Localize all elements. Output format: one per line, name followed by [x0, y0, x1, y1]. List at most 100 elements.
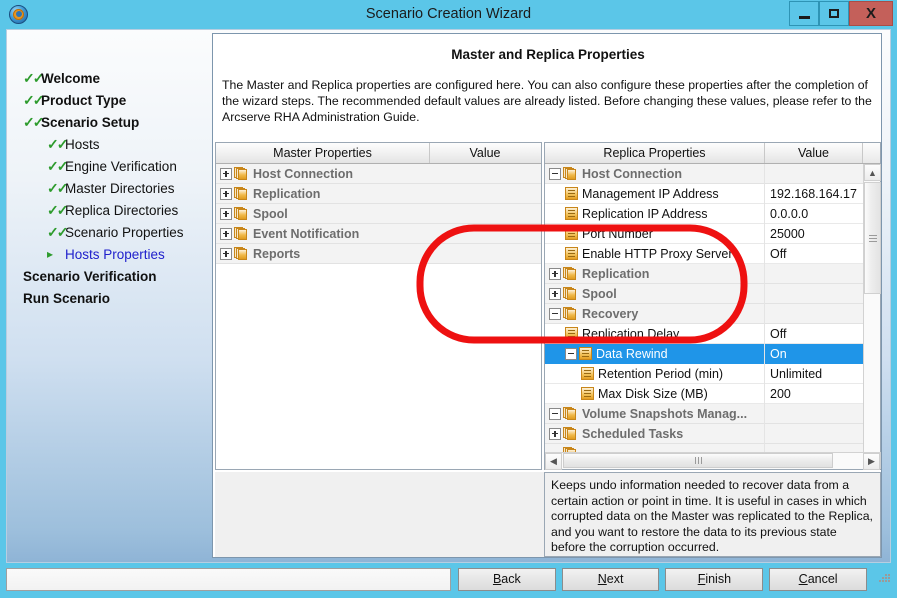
- sidebar-item-replica-directories[interactable]: ✓✓ Replica Directories: [19, 199, 212, 221]
- page-title: Master and Replica Properties: [451, 47, 645, 62]
- close-icon: X: [865, 5, 876, 22]
- cell-value: [765, 264, 863, 284]
- property-group-icon: [234, 206, 249, 221]
- client-area: ✓✓ Welcome ✓✓ Product Type ✓✓ Scenario S…: [6, 29, 891, 563]
- table-row[interactable]: Volume Snapshots Manag...: [545, 403, 863, 424]
- back-button[interactable]: Back: [457, 567, 556, 591]
- property-leaf-icon: [565, 227, 578, 240]
- expander-plus-icon[interactable]: [220, 167, 232, 180]
- expander-plus-icon[interactable]: [220, 207, 232, 220]
- sidebar-item-scenario-setup[interactable]: ✓✓ Scenario Setup: [19, 111, 212, 133]
- table-row[interactable]: Max Disk Size (MB) 200: [545, 383, 863, 404]
- property-group-icon: [234, 226, 249, 241]
- cell-value[interactable]: 200: [765, 384, 863, 404]
- table-row[interactable]: Retention Period (min) Unlimited: [545, 363, 863, 384]
- table-row[interactable]: Replication IP Address 0.0.0.0: [545, 203, 863, 224]
- table-row-selected[interactable]: Data Rewind On: [545, 343, 863, 364]
- table-row[interactable]: Management IP Address 192.168.164.17: [545, 183, 863, 204]
- expander-plus-icon[interactable]: [220, 227, 232, 240]
- wizard-steps-nav: ✓✓ Welcome ✓✓ Product Type ✓✓ Scenario S…: [7, 30, 212, 562]
- finish-button[interactable]: Finish: [665, 567, 764, 591]
- cell-value[interactable]: Off: [765, 324, 863, 344]
- column-header-master-value[interactable]: Value: [430, 143, 540, 163]
- cell-value: [765, 284, 863, 304]
- expander-plus-icon[interactable]: [549, 267, 561, 280]
- cell-value[interactable]: Off: [765, 244, 863, 264]
- table-row[interactable]: Event Notification: [216, 224, 541, 244]
- sidebar-item-engine-verification[interactable]: ✓✓ Engine Verification: [19, 155, 212, 177]
- table-row[interactable]: Spool: [216, 204, 541, 224]
- scroll-left-button[interactable]: ◀: [545, 453, 562, 470]
- empty-pane: [215, 472, 544, 557]
- expander-plus-icon[interactable]: [220, 247, 232, 260]
- property-leaf-icon: [565, 247, 578, 260]
- table-row[interactable]: Port Number 25000: [545, 223, 863, 244]
- property-group-icon: [563, 426, 578, 441]
- table-row[interactable]: Reports: [216, 244, 541, 264]
- cell-value[interactable]: Unlimited: [765, 364, 863, 384]
- wizard-window: Scenario Creation Wizard X ✓✓ Welcome ✓✓…: [0, 0, 897, 598]
- horizontal-scrollbar-track[interactable]: [562, 453, 863, 469]
- table-row[interactable]: Replication: [216, 184, 541, 204]
- table-row[interactable]: Spool: [545, 283, 863, 304]
- cell-value: [765, 404, 863, 424]
- cell-value[interactable]: 0.0.0.0: [765, 204, 863, 224]
- cell-value[interactable]: 192.168.164.17: [765, 184, 863, 204]
- horizontal-scrollbar-thumb[interactable]: [563, 453, 833, 468]
- status-field: [6, 567, 451, 591]
- column-header-replica-properties[interactable]: Replica Properties: [545, 143, 765, 163]
- property-group-icon: [234, 166, 249, 181]
- table-row[interactable]: Replication: [545, 263, 863, 284]
- expander-minus-icon[interactable]: [549, 167, 561, 180]
- maximize-button[interactable]: [819, 1, 849, 26]
- expander-minus-icon[interactable]: [549, 307, 561, 320]
- expander-plus-icon[interactable]: [220, 187, 232, 200]
- cancel-button[interactable]: Cancel: [769, 567, 868, 591]
- property-leaf-icon: [565, 187, 578, 200]
- property-group-icon: [563, 286, 578, 301]
- sidebar-item-product-type[interactable]: ✓✓ Product Type: [19, 89, 212, 111]
- scroll-up-button[interactable]: ▲: [864, 164, 881, 181]
- replica-properties-tree[interactable]: Replica Properties Value Host Connection: [544, 142, 881, 470]
- title-bar: Scenario Creation Wizard X: [0, 0, 897, 29]
- sidebar-item-welcome[interactable]: ✓✓ Welcome: [19, 67, 212, 89]
- table-row[interactable]: Host Connection: [545, 164, 863, 184]
- master-properties-tree[interactable]: Master Properties Value Host Connection: [215, 142, 542, 470]
- minimize-button[interactable]: [789, 1, 819, 26]
- check-icon: ✓✓: [47, 136, 68, 152]
- resize-grip[interactable]: [877, 572, 891, 586]
- table-row[interactable]: Replication Delay Off: [545, 323, 863, 344]
- replica-tree-vertical-scrollbar[interactable]: ▲ ▼: [863, 164, 881, 469]
- property-group-icon: [563, 306, 578, 321]
- cell-value: [430, 184, 540, 204]
- sidebar-item-hosts[interactable]: ✓✓ Hosts: [19, 133, 212, 155]
- cell-value[interactable]: 25000: [765, 224, 863, 244]
- sidebar-item-hosts-properties[interactable]: ▸ Hosts Properties: [19, 243, 212, 265]
- scroll-right-button[interactable]: ▶: [863, 453, 880, 470]
- table-row[interactable]: Scheduled Tasks: [545, 423, 863, 444]
- property-leaf-icon: [581, 387, 594, 400]
- property-leaf-icon: [565, 207, 578, 220]
- table-row[interactable]: Enable HTTP Proxy Server Off: [545, 243, 863, 264]
- check-icon: ✓✓: [23, 70, 44, 86]
- sidebar-item-scenario-verification[interactable]: Scenario Verification: [19, 265, 212, 287]
- column-header-master-properties[interactable]: Master Properties: [216, 143, 430, 163]
- close-button[interactable]: X: [849, 1, 893, 26]
- next-button[interactable]: Next: [561, 567, 660, 591]
- sidebar-item-run-scenario[interactable]: Run Scenario: [19, 287, 212, 309]
- expander-plus-icon[interactable]: [549, 427, 561, 440]
- check-icon: ✓✓: [47, 158, 68, 174]
- replica-tree-header: Replica Properties Value: [545, 143, 880, 164]
- vertical-scrollbar-thumb[interactable]: [864, 182, 881, 294]
- property-group-icon: [563, 266, 578, 281]
- expander-minus-icon[interactable]: [565, 347, 577, 360]
- expander-minus-icon[interactable]: [549, 407, 561, 420]
- column-header-replica-value[interactable]: Value: [765, 143, 863, 163]
- table-row[interactable]: Host Connection: [216, 164, 541, 184]
- table-row[interactable]: Recovery: [545, 303, 863, 324]
- replica-tree-horizontal-scrollbar[interactable]: ◀ ▶: [545, 452, 880, 470]
- sidebar-item-scenario-properties[interactable]: ✓✓ Scenario Properties: [19, 221, 212, 243]
- cell-value[interactable]: On: [765, 344, 863, 364]
- expander-plus-icon[interactable]: [549, 287, 561, 300]
- sidebar-item-master-directories[interactable]: ✓✓ Master Directories: [19, 177, 212, 199]
